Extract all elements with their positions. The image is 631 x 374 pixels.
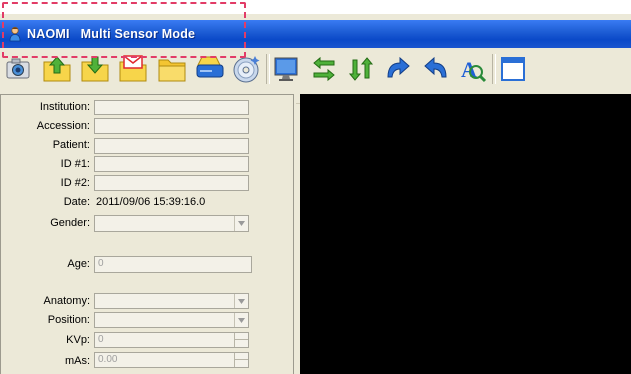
swap-horizontal-icon: [313, 56, 335, 82]
gender-label: Gender:: [50, 217, 90, 229]
kvp-stepper[interactable]: 0: [94, 332, 249, 348]
annotation-button[interactable]: A: [456, 52, 490, 86]
folder-icon: [158, 59, 186, 82]
swap-vertical-icon: [348, 57, 374, 81]
disk-button[interactable]: [193, 52, 227, 86]
accession-label: Accession:: [36, 120, 90, 132]
burn-cd-button[interactable]: [230, 52, 264, 86]
patient-field[interactable]: [94, 138, 249, 154]
patient-label: Patient:: [52, 139, 90, 151]
kvp-value: 0: [98, 334, 104, 345]
patient-info-panel: Institution: Accession: Patient: ID #1: …: [0, 94, 296, 374]
chevron-down-icon: [238, 298, 245, 304]
flip-vertical-button[interactable]: [344, 52, 378, 86]
window-button[interactable]: [496, 52, 530, 86]
camera-icon: [6, 58, 30, 79]
kvp-spin-buttons[interactable]: [234, 333, 248, 347]
chevron-down-icon: [238, 221, 245, 226]
camera-button[interactable]: [1, 52, 35, 86]
app-person-icon: [9, 26, 21, 42]
position-select[interactable]: [94, 312, 249, 328]
date-label: Date:: [63, 196, 90, 208]
date-value: 2011/09/06 15:39:16.0: [96, 196, 206, 208]
gender-dropdown-button[interactable]: [234, 216, 248, 231]
monitor-icon: [274, 57, 298, 81]
display-button[interactable]: [270, 52, 304, 86]
window-title: NAOMI Multi Sensor Mode: [27, 27, 196, 41]
position-dropdown-button[interactable]: [234, 313, 248, 327]
text-zoom-icon: A: [461, 57, 487, 83]
title-bar[interactable]: NAOMI Multi Sensor Mode: [0, 20, 631, 48]
window-icon: [501, 57, 525, 81]
mas-value: 0.00: [98, 354, 118, 365]
anatomy-select[interactable]: [94, 293, 249, 309]
cd-burn-icon: [233, 56, 260, 83]
folder-upload-icon: [43, 56, 71, 82]
institution-field[interactable]: [94, 100, 249, 115]
import-folder-button[interactable]: [78, 52, 112, 86]
id1-label: ID #1:: [60, 158, 90, 170]
envelope-icon: [119, 55, 147, 82]
id1-field[interactable]: [94, 156, 249, 172]
email-button[interactable]: [116, 52, 150, 86]
rotate-left-icon: [424, 56, 447, 78]
folder-download-icon: [81, 56, 109, 82]
institution-label: Institution:: [39, 101, 90, 113]
anatomy-label: Anatomy:: [43, 295, 90, 307]
rotate-right-button[interactable]: [381, 52, 415, 86]
age-field[interactable]: 0: [94, 256, 252, 273]
id2-field[interactable]: [94, 175, 249, 191]
gender-select[interactable]: [94, 215, 249, 232]
age-label: Age:: [67, 258, 90, 270]
mas-label: mAs:: [64, 355, 90, 367]
application-window: NAOMI Multi Sensor Mode A Institution: A…: [0, 14, 631, 374]
position-label: Position:: [47, 314, 90, 326]
kvp-label: KVp:: [66, 334, 90, 346]
disk-drive-icon: [196, 56, 224, 78]
accession-field[interactable]: [94, 118, 249, 134]
anatomy-dropdown-button[interactable]: [234, 294, 248, 308]
mas-spin-buttons[interactable]: [234, 353, 248, 367]
chevron-down-icon: [238, 317, 245, 323]
rotate-right-icon: [387, 56, 410, 78]
id2-label: ID #2:: [60, 177, 90, 189]
flip-horizontal-button[interactable]: [307, 52, 341, 86]
mas-stepper[interactable]: 0.00: [94, 352, 249, 368]
image-viewer[interactable]: [300, 94, 631, 374]
rotate-left-button[interactable]: [419, 52, 453, 86]
open-folder-button[interactable]: [155, 52, 189, 86]
export-folder-button[interactable]: [40, 52, 74, 86]
